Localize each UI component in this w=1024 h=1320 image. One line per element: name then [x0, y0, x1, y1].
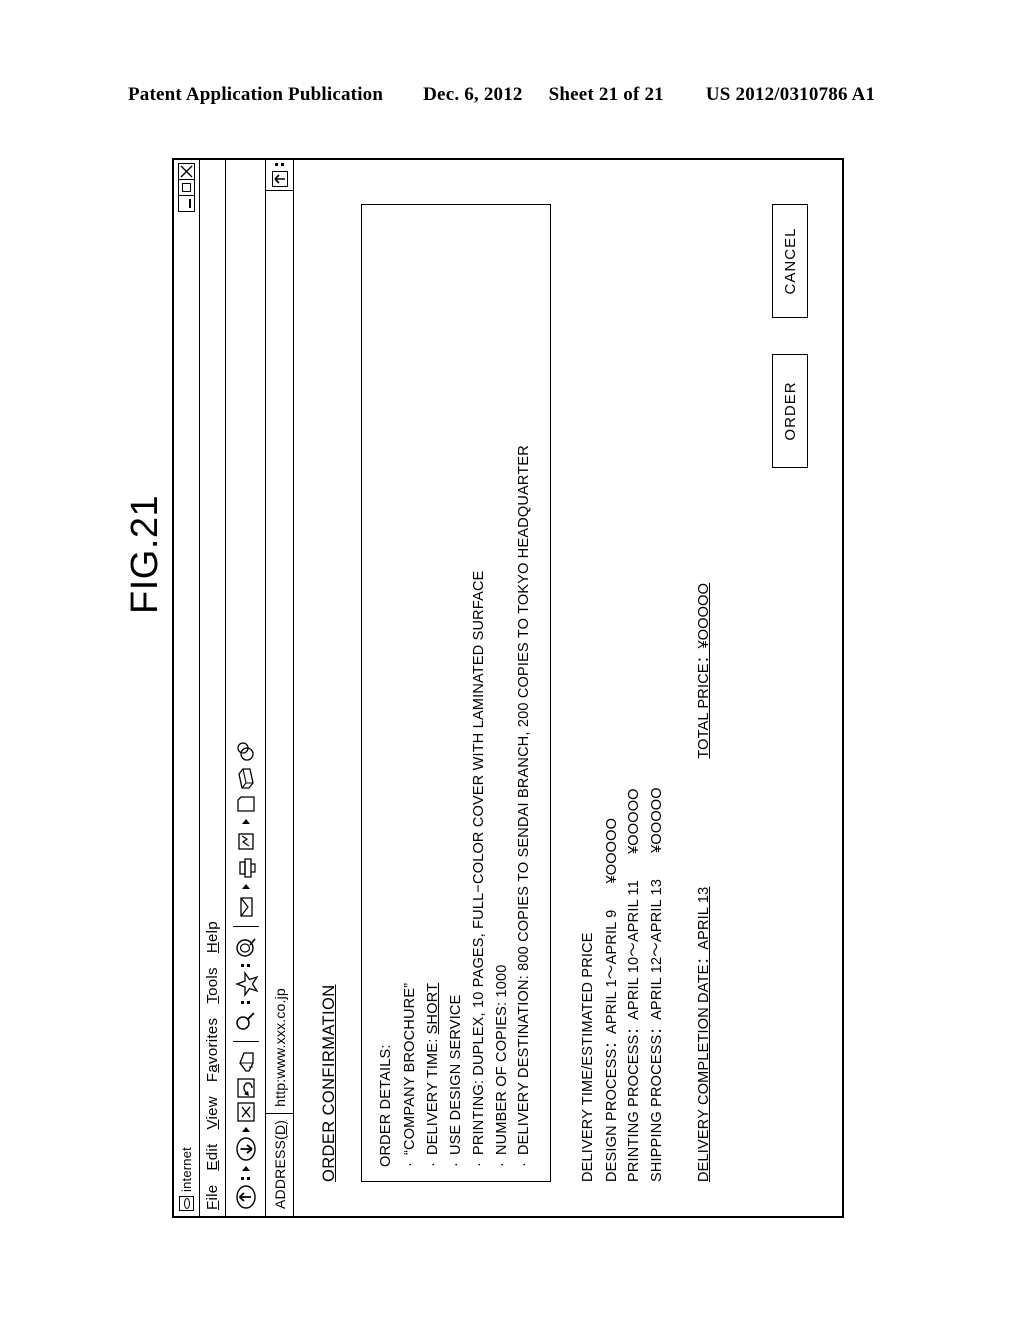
menu-item-edit[interactable]: Edit [204, 1144, 221, 1171]
estimate-heading: DELIVERY TIME/ESTIMATED PRICE [580, 932, 597, 1182]
menu-item-tools[interactable]: Tools [204, 967, 221, 1004]
order-detail-item: · “COMPANY BROCHURE” [399, 221, 422, 1167]
total-price: TOTAL PRICE：¥OOOOO [696, 582, 713, 759]
publication-date: Dec. 6, 2012 [423, 84, 523, 105]
delivery-time-value: SHORT [424, 982, 441, 1035]
page-title: ORDER CONFIRMATION [320, 984, 338, 1182]
estimate-label: PRINTING PROCESS：APRIL 10～APRIL 11 [626, 880, 643, 1182]
bullet-marker: · [401, 1161, 418, 1167]
order-details-box: ORDER DETAILS: · “COMPANY BROCHURE” · DE… [361, 204, 552, 1182]
stop-icon[interactable] [231, 1100, 261, 1124]
refresh-icon[interactable] [231, 1076, 261, 1100]
figure-label: FIG.21 [124, 494, 166, 614]
window-controls [178, 163, 195, 212]
order-detail-text: DELIVERY DESTINATION: 800 COPIES TO SEND… [516, 445, 533, 1155]
publication-title: Patent Application Publication [128, 84, 384, 105]
estimate-price: ¥OOOOO [603, 817, 620, 884]
estimate-row: SHIPPING PROCESS：APRIL 12～APRIL 13 ¥OOOO… [646, 160, 668, 1182]
back-dropdown-caret-icon[interactable] [241, 1166, 250, 1171]
address-overflow-dots[interactable] [275, 163, 284, 166]
discuss-icon[interactable] [231, 764, 261, 792]
estimate-price: ¥OOOOO [626, 788, 643, 854]
address-label: ADDRESS (D) [271, 1119, 288, 1209]
browser-app-icon [179, 1196, 194, 1211]
estimate-row: PRINTING PROCESS：APRIL 10～APRIL 11 ¥OOOO… [623, 160, 645, 1182]
address-bar-controls [266, 160, 293, 191]
order-detail-item: · NUMBER OF COPIES: 1000 [491, 221, 514, 1167]
forward-icon[interactable] [231, 1135, 261, 1163]
order-detail-item: · USE DESIGN SERVICE [445, 221, 468, 1167]
bullet-marker: · [516, 1161, 533, 1167]
toolbar-separator [232, 1041, 259, 1042]
browser-address-bar: ADDRESS (D) http:www.xxx.co.jp [266, 160, 294, 1216]
order-detail-text: USE DESIGN SERVICE [447, 994, 464, 1155]
mail-icon[interactable] [231, 892, 261, 920]
browser-titlebar: internet [174, 160, 200, 1216]
maximize-icon[interactable] [178, 178, 195, 196]
web-page-content: ORDER CONFIRMATION ORDER DETAILS: · “COM… [294, 160, 842, 1216]
order-detail-text: DELIVERY TIME: SHORT [424, 982, 441, 1155]
window-title: internet [179, 1147, 194, 1192]
edit-icon[interactable] [231, 827, 261, 853]
order-button[interactable]: ORDER [772, 354, 808, 468]
estimate-block: DELIVERY TIME/ESTIMATED PRICE DESIGN PRO… [577, 160, 668, 1182]
completion-summary: DELIVERY COMPLETION DATE：APRIL 13 TOTAL … [692, 160, 713, 1182]
back-label-dots [241, 1177, 250, 1180]
order-details-heading: ORDER DETAILS: [378, 1044, 394, 1167]
order-detail-item: · DELIVERY DESTINATION: 800 COPIES TO SE… [513, 221, 536, 1167]
page-icon[interactable] [231, 792, 261, 816]
back-icon[interactable] [231, 1183, 261, 1211]
browser-menubar: File Edit View Favorites Tools Help [200, 160, 226, 1216]
favorites-label-dots [241, 964, 250, 967]
menu-item-help[interactable]: Help [204, 921, 221, 953]
print-icon[interactable] [231, 853, 261, 881]
estimate-row: DESIGN PROCESS：APRIL 1～APRIL 9 ¥OOOOO [601, 160, 623, 1182]
home-icon[interactable] [231, 1048, 261, 1076]
order-detail-text: “COMPANY BROCHURE” [401, 982, 418, 1155]
bullet-marker: · [424, 1161, 441, 1167]
search-label-dots [241, 1001, 250, 1004]
bullet-marker: · [493, 1161, 510, 1167]
close-icon[interactable] [178, 163, 195, 180]
sheet-number: Sheet 21 of 21 [548, 84, 664, 105]
order-detail-item: · DELIVERY TIME: SHORT [422, 221, 445, 1167]
order-detail-text: PRINTING: DUPLEX, 10 PAGES, FULL−COLOR C… [470, 570, 487, 1155]
publication-number: US 2012/0310786 A1 [705, 84, 876, 105]
estimate-label: SHIPPING PROCESS：APRIL 12～APRIL 13 [648, 878, 665, 1182]
estimate-label: DESIGN PROCESS：APRIL 1～APRIL 9 [603, 909, 620, 1182]
edit-dropdown-caret-icon[interactable] [241, 819, 250, 824]
estimate-price: ¥OOOOO [648, 787, 665, 853]
patent-publication-header: Patent Application Publication Dec. 6, 2… [128, 84, 890, 106]
address-input[interactable]: http:www.xxx.co.jp [266, 191, 293, 1114]
go-icon[interactable] [271, 171, 288, 187]
messenger-icon[interactable] [231, 738, 261, 764]
cancel-button[interactable]: CANCEL [772, 204, 808, 318]
mail-dropdown-caret-icon[interactable] [241, 884, 250, 889]
search-icon[interactable] [231, 1007, 261, 1035]
history-icon[interactable] [231, 933, 261, 961]
minimize-icon[interactable] [178, 194, 195, 212]
menu-item-favorites[interactable]: Favorites [204, 1018, 221, 1082]
order-detail-text: NUMBER OF COPIES: 1000 [493, 964, 510, 1155]
figure-drawing-area: internet File Edit View Favorites Tools … [172, 158, 844, 1218]
browser-toolbar [226, 160, 266, 1216]
order-detail-item: · PRINTING: DUPLEX, 10 PAGES, FULL−COLOR… [468, 221, 491, 1167]
bullet-marker: · [447, 1161, 464, 1167]
forward-dropdown-caret-icon[interactable] [241, 1127, 250, 1132]
menu-item-view[interactable]: View [204, 1096, 221, 1129]
delivery-completion-date: DELIVERY COMPLETION DATE：APRIL 13 [696, 886, 713, 1182]
action-buttons: ORDER CANCEL [772, 204, 808, 468]
favorites-star-icon[interactable] [231, 970, 261, 998]
menu-item-file[interactable]: File [204, 1185, 221, 1210]
browser-window: internet File Edit View Favorites Tools … [172, 158, 844, 1218]
toolbar-separator-2 [232, 926, 259, 927]
bullet-marker: · [470, 1161, 487, 1167]
